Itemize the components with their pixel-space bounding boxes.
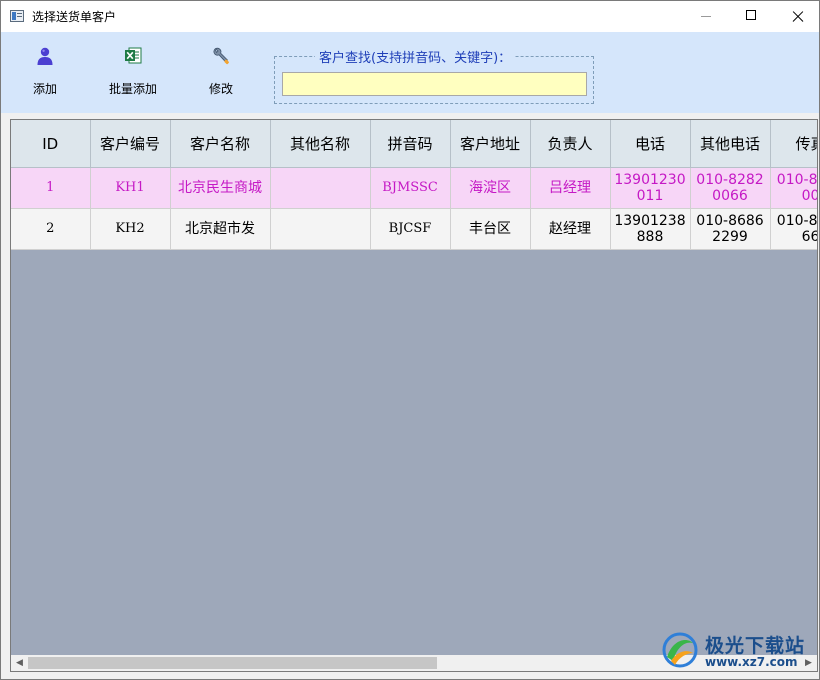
cell-id[interactable]: 2 — [11, 208, 91, 250]
customer-grid[interactable]: ID 客户编号 客户名称 其他名称 拼音码 客户地址 负责人 电话 其他电话 传… — [10, 119, 818, 672]
cell-phone[interactable]: 13901230011 — [610, 167, 691, 209]
maximize-button[interactable] — [729, 1, 775, 32]
cell-name[interactable]: 北京超市发 — [170, 208, 271, 250]
minimize-button[interactable] — [683, 1, 729, 32]
column-header-contact[interactable]: 负责人 — [530, 120, 611, 168]
table-row[interactable]: 2 KH2 北京超市发 BJCSF 丰台区 赵经理 13901238888 01… — [11, 208, 817, 250]
edit-label: 修改 — [208, 82, 233, 96]
column-header-other-phone[interactable]: 其他电话 — [690, 120, 771, 168]
excel-icon — [125, 47, 142, 64]
cell-other-phone[interactable]: 010-82820066 — [690, 167, 771, 209]
watermark-name: 极光下载站 — [705, 635, 806, 657]
customer-search-input[interactable] — [282, 72, 587, 96]
cell-id[interactable]: 1 — [11, 167, 91, 209]
aurora-logo-icon — [662, 632, 698, 668]
title-bar[interactable]: 选择送货单客户 — [1, 1, 819, 32]
column-header-id[interactable]: ID — [11, 120, 91, 168]
cell-fax[interactable]: 010-828200 — [770, 167, 817, 209]
column-header-name[interactable]: 客户名称 — [170, 120, 271, 168]
cell-other-phone[interactable]: 010-86862299 — [690, 208, 771, 250]
wrench-icon — [213, 47, 229, 65]
cell-address[interactable]: 海淀区 — [450, 167, 531, 209]
column-header-code[interactable]: 客户编号 — [90, 120, 171, 168]
app-window-icon — [10, 10, 24, 22]
cell-code[interactable]: KH2 — [90, 208, 171, 250]
table-header-row: ID 客户编号 客户名称 其他名称 拼音码 客户地址 负责人 电话 其他电话 传… — [11, 120, 817, 168]
cell-address[interactable]: 丰台区 — [450, 208, 531, 250]
cell-pinyin[interactable]: BJCSF — [370, 208, 451, 250]
scroll-left-arrow-icon[interactable]: ◀ — [11, 655, 28, 671]
table-row-selected[interactable]: 1 KH1 北京民生商城 BJMSSC 海淀区 吕经理 13901230011 … — [11, 167, 817, 209]
customer-search-group: 客户查找(支持拼音码、关键字)： — [274, 47, 594, 104]
edit-button[interactable]: 修改 — [185, 46, 257, 102]
cell-name[interactable]: 北京民生商城 — [170, 167, 271, 209]
customer-table: ID 客户编号 客户名称 其他名称 拼音码 客户地址 负责人 电话 其他电话 传… — [11, 120, 817, 250]
batch-add-label: 批量添加 — [108, 82, 157, 96]
cell-phone[interactable]: 13901238888 — [610, 208, 691, 250]
close-button[interactable] — [775, 1, 819, 32]
column-header-other-name[interactable]: 其他名称 — [270, 120, 371, 168]
batch-add-button[interactable]: 批量添加 — [97, 46, 169, 102]
cell-contact[interactable]: 赵经理 — [530, 208, 611, 250]
cell-other-name[interactable] — [270, 167, 371, 209]
user-add-icon — [37, 47, 53, 65]
window-title: 选择送货单客户 — [32, 10, 117, 24]
cell-other-name[interactable] — [270, 208, 371, 250]
cell-fax[interactable]: 010-877766 — [770, 208, 817, 250]
watermark-url: www.xz7.com — [705, 655, 798, 669]
column-header-phone[interactable]: 电话 — [610, 120, 691, 168]
cell-code[interactable]: KH1 — [90, 167, 171, 209]
cell-contact[interactable]: 吕经理 — [530, 167, 611, 209]
scrollbar-thumb[interactable] — [28, 657, 437, 669]
customer-search-legend: 客户查找(支持拼音码、关键字)： — [315, 47, 516, 66]
toolbar: 添加 批量添加 修改 客户查找(支持拼音码、关键字)： — [1, 32, 819, 113]
column-header-pinyin[interactable]: 拼音码 — [370, 120, 451, 168]
customer-select-window: 选择送货单客户 添加 批量添加 修改 客户查找(支持拼音码、关键字)： ID 客… — [0, 0, 820, 680]
add-label: 添加 — [32, 82, 57, 96]
column-header-address[interactable]: 客户地址 — [450, 120, 531, 168]
cell-pinyin[interactable]: BJMSSC — [370, 167, 451, 209]
watermark: 极光下载站 www.xz7.com — [661, 629, 816, 675]
add-button[interactable]: 添加 — [9, 46, 81, 102]
column-header-fax[interactable]: 传真 — [770, 120, 817, 168]
